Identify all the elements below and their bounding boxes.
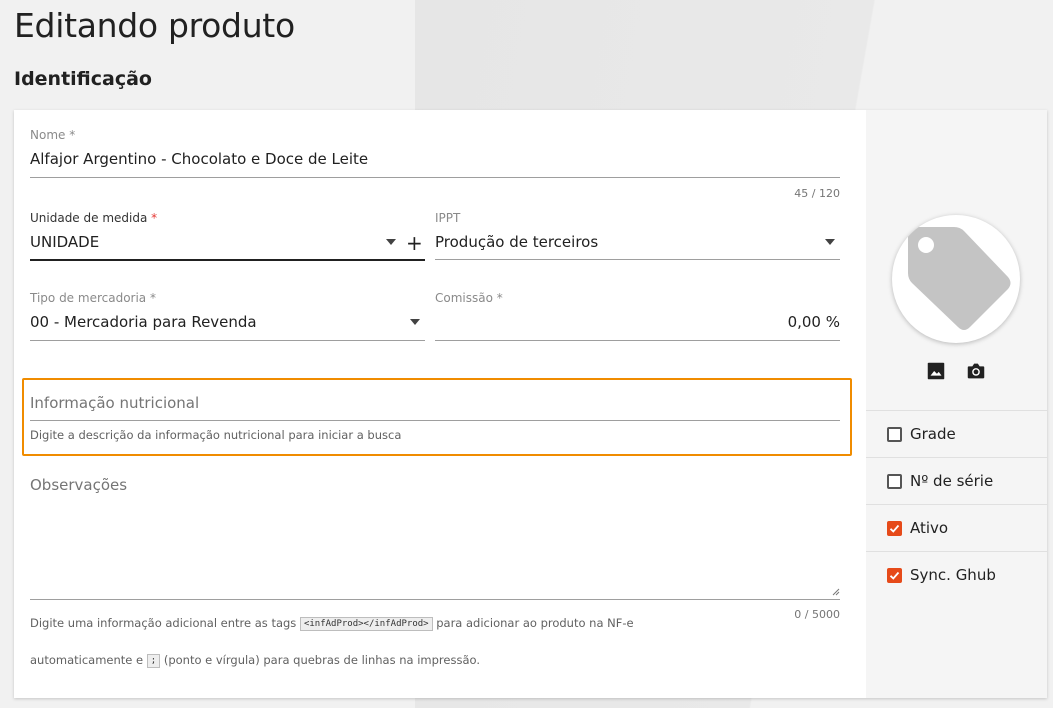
- observacoes-counter: 0 / 5000: [794, 608, 840, 621]
- nutricional-input[interactable]: Informação nutricional: [30, 394, 199, 412]
- add-unidade-button[interactable]: +: [406, 233, 423, 253]
- product-form-card: Nome * Alfajor Argentino - Chocolato e D…: [14, 110, 1047, 698]
- ippt-underline: [435, 259, 840, 260]
- observacoes-underline: [30, 599, 840, 600]
- ippt-label: IPPT: [435, 211, 461, 225]
- nome-label: Nome *: [30, 128, 76, 142]
- nome-input[interactable]: Alfajor Argentino - Chocolato e Doce de …: [30, 150, 368, 168]
- camera-icon[interactable]: [965, 360, 987, 382]
- option-sync-ghub[interactable]: Sync. Ghub: [866, 551, 1047, 598]
- checkbox-numero-serie[interactable]: [887, 474, 902, 489]
- chevron-down-icon[interactable]: [386, 239, 396, 245]
- section-title: Identificação: [14, 68, 152, 90]
- comissao-underline: [435, 340, 840, 341]
- checkbox-sync-ghub[interactable]: [887, 568, 902, 583]
- nome-counter: 45 / 120: [794, 187, 840, 200]
- chevron-down-icon[interactable]: [410, 319, 420, 325]
- highlight-box: [22, 378, 852, 456]
- unidade-underline: [30, 259, 425, 261]
- observacoes-textarea[interactable]: Observações: [30, 476, 127, 494]
- option-numero-serie[interactable]: Nº de série: [866, 457, 1047, 504]
- checkbox-grade[interactable]: [887, 427, 902, 442]
- tipo-label: Tipo de mercadoria *: [30, 291, 156, 305]
- tipo-underline: [30, 340, 425, 341]
- nome-underline: [30, 177, 840, 178]
- option-label: Nº de série: [910, 472, 994, 490]
- chevron-down-icon[interactable]: [825, 239, 835, 245]
- check-icon: [889, 524, 900, 533]
- comissao-input[interactable]: 0,00 %: [435, 313, 840, 331]
- image-icon[interactable]: [925, 360, 947, 382]
- code-semicolon: ;: [146, 654, 161, 668]
- tag-icon: [908, 227, 1011, 330]
- page-title: Editando produto: [14, 6, 295, 45]
- unidade-label: Unidade de medida *: [30, 211, 158, 225]
- nutricional-hint: Digite a descrição da informação nutrici…: [30, 428, 402, 442]
- code-tag: <infAdProd></infAdProd>: [299, 617, 433, 631]
- observacoes-hint-line2: automaticamente e ; (ponto e vírgula) pa…: [30, 653, 480, 668]
- observacoes-hint-line1: Digite uma informação adicional entre as…: [30, 616, 634, 631]
- comissao-label: Comissão *: [435, 291, 503, 305]
- resize-handle-icon[interactable]: [832, 588, 840, 596]
- option-ativo[interactable]: Ativo: [866, 504, 1047, 551]
- product-image-avatar[interactable]: [892, 215, 1020, 343]
- option-label: Sync. Ghub: [910, 566, 996, 584]
- product-sidebar: Grade Nº de série Ativo Sync. Ghub: [866, 110, 1047, 698]
- unidade-select[interactable]: UNIDADE: [30, 233, 99, 251]
- option-grade[interactable]: Grade: [866, 410, 1047, 457]
- check-icon: [889, 571, 900, 580]
- checkbox-ativo[interactable]: [887, 521, 902, 536]
- nutricional-underline: [30, 420, 840, 421]
- ippt-select[interactable]: Produção de terceiros: [435, 233, 598, 251]
- tipo-select[interactable]: 00 - Mercadoria para Revenda: [30, 313, 257, 331]
- option-label: Ativo: [910, 519, 949, 537]
- option-label: Grade: [910, 425, 956, 443]
